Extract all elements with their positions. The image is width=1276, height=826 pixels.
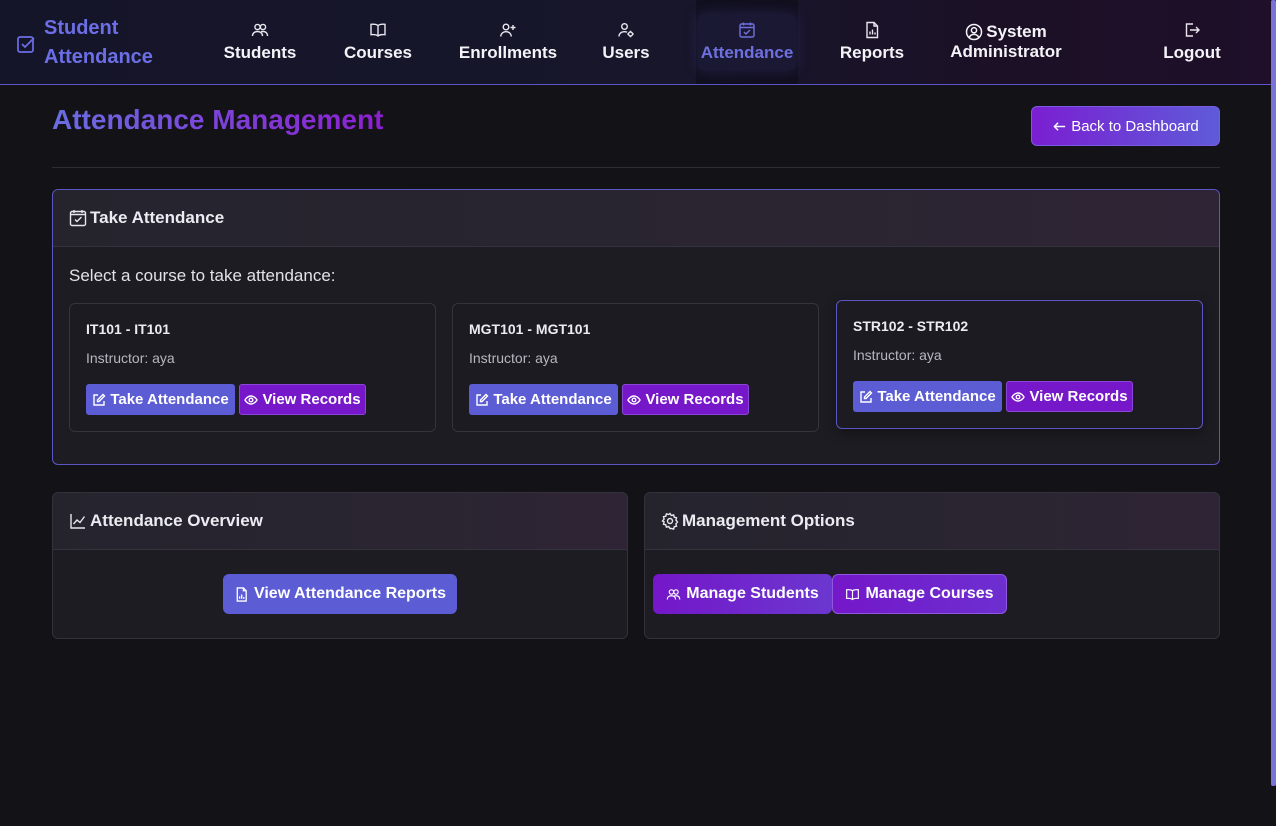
calendar-check-icon	[69, 210, 87, 227]
manage-courses-button[interactable]: Manage Courses	[832, 574, 1007, 614]
nav-user-name-line1: System	[986, 22, 1047, 41]
management-options-card: Management Options Manage Students Manag…	[644, 492, 1220, 639]
users-icon	[666, 588, 681, 600]
arrow-left-icon	[1053, 121, 1066, 131]
brand-title: Student Attendance	[44, 17, 153, 68]
course-instructor: Instructor: aya	[853, 347, 942, 363]
view-records-button[interactable]: View Records	[622, 384, 749, 415]
calendar-check-icon	[739, 22, 755, 38]
course-title: IT101 - IT101	[86, 321, 171, 337]
book-icon	[846, 588, 860, 600]
take-attendance-title: Take Attendance	[90, 208, 225, 227]
management-options-header: Management Options	[645, 493, 1219, 550]
nav-reports-label: Reports	[839, 43, 905, 62]
gear-icon	[661, 512, 679, 530]
eye-icon	[1011, 391, 1026, 402]
checkbox-icon	[17, 36, 35, 53]
nav-attendance-label: Attendance	[700, 43, 794, 62]
eye-icon	[244, 394, 259, 405]
nav-students-label: Students	[223, 43, 297, 62]
user-plus-icon	[500, 23, 516, 37]
back-to-dashboard-button[interactable]: Back to Dashboard	[1031, 106, 1220, 146]
nav-users-label: Users	[602, 43, 650, 62]
course-card: STR102 - STR102 Instructor: aya Take Att…	[836, 300, 1203, 429]
back-button-label: Back to Dashboard	[1071, 117, 1199, 135]
scrollbar[interactable]	[1271, 0, 1276, 786]
manage-students-button[interactable]: Manage Students	[653, 574, 832, 614]
edit-icon	[860, 390, 873, 403]
report-file-icon	[236, 586, 247, 602]
nav-logout[interactable]: Logout	[1162, 0, 1222, 84]
nav-user-name-line2: Administrator	[950, 42, 1062, 61]
view-attendance-reports-button[interactable]: View Attendance Reports	[223, 574, 457, 614]
attendance-overview-card: Attendance Overview View Attendance Repo…	[52, 492, 628, 639]
management-options-title: Management Options	[682, 511, 855, 530]
take-attendance-button[interactable]: Take Attendance	[469, 384, 618, 415]
view-records-button[interactable]: View Records	[239, 384, 366, 415]
take-attendance-button[interactable]: Take Attendance	[86, 384, 235, 415]
users-icon	[251, 23, 269, 37]
edit-icon	[476, 393, 489, 406]
nav-enrollments[interactable]: Enrollments	[458, 0, 558, 84]
course-title: STR102 - STR102	[853, 318, 969, 334]
attendance-overview-title: Attendance Overview	[90, 511, 263, 530]
course-title: MGT101 - MGT101	[469, 321, 591, 337]
divider	[52, 167, 1220, 168]
nav-attendance[interactable]: Attendance	[696, 0, 798, 84]
nav-courses-label: Courses	[343, 43, 413, 62]
logout-icon	[1185, 23, 1200, 37]
edit-icon	[93, 393, 106, 406]
course-card: MGT101 - MGT101 Instructor: aya Take Att…	[452, 303, 819, 432]
book-icon	[370, 23, 386, 37]
nav-user-menu[interactable]: System Administrator	[950, 0, 1062, 84]
take-attendance-button[interactable]: Take Attendance	[853, 381, 1002, 412]
nav-students[interactable]: Students	[224, 0, 296, 84]
attendance-overview-header: Attendance Overview	[53, 493, 627, 550]
report-file-icon	[866, 21, 879, 39]
user-circle-icon	[966, 23, 983, 41]
nav-reports[interactable]: Reports	[840, 0, 904, 84]
brand[interactable]: Student Attendance	[16, 14, 174, 72]
select-course-prompt: Select a course to take attendance:	[69, 266, 336, 285]
view-records-button[interactable]: View Records	[1006, 381, 1133, 412]
eye-icon	[627, 394, 642, 405]
nav-enrollments-label: Enrollments	[458, 43, 558, 62]
top-navbar: Student Attendance Students Courses Enrol…	[0, 0, 1276, 85]
course-card: IT101 - IT101 Instructor: aya Take Atten…	[69, 303, 436, 432]
course-instructor: Instructor: aya	[469, 350, 558, 366]
course-instructor: Instructor: aya	[86, 350, 175, 366]
nav-logout-label: Logout	[1163, 43, 1221, 62]
nav-users[interactable]: Users	[602, 0, 650, 84]
page-title: Attendance Management	[52, 104, 384, 135]
take-attendance-card: Take Attendance Select a course to take …	[52, 189, 1220, 465]
user-gear-icon	[618, 23, 634, 38]
take-attendance-header: Take Attendance	[53, 190, 1219, 247]
nav-courses[interactable]: Courses	[344, 0, 412, 84]
line-chart-icon	[70, 514, 86, 529]
